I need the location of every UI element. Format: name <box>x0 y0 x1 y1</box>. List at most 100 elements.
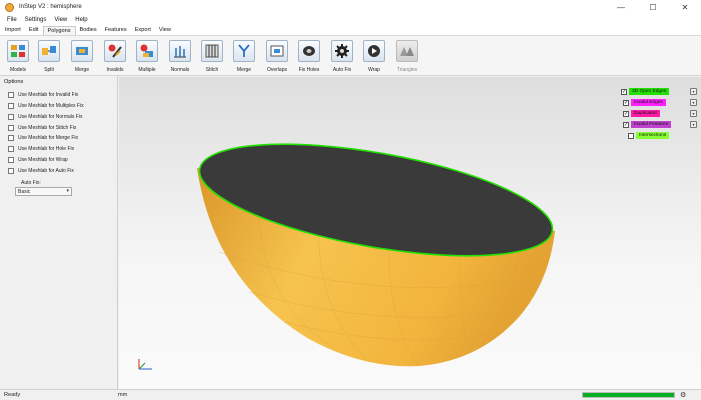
app-logo-icon <box>5 2 14 12</box>
overlaps-button[interactable]: Overlaps <box>262 40 292 76</box>
ribbon-tabs: Import Edit Polygons Bodies Features Exp… <box>0 25 701 35</box>
option-meshlab-invalid[interactable]: Use Meshlab for Invalid Fix <box>8 91 78 99</box>
legend-checkbox[interactable]: ✓ <box>623 121 629 128</box>
options-panel: Options Use Meshlab for Invalid Fix Use … <box>0 76 118 389</box>
window-title: InStep V2 : hemisphere <box>19 4 82 10</box>
triangles-button[interactable]: Triangles <box>392 40 422 76</box>
auto-fix-label: Auto Fix <box>332 67 352 73</box>
status-bar: Ready mm ⚙ <box>0 389 701 400</box>
menu-settings[interactable]: Settings <box>21 17 51 23</box>
tab-bodies[interactable]: Bodies <box>76 26 101 35</box>
chevron-down-icon: ▾ <box>66 188 69 194</box>
merge-label: Merge <box>74 67 90 73</box>
menu-bar: File Settings View Help <box>0 14 701 25</box>
wrap-button[interactable]: Wrap <box>359 40 389 76</box>
progress-fill <box>583 393 674 397</box>
tab-view[interactable]: View <box>155 26 175 35</box>
title-bar: InStep V2 : hemisphere — ☐ ✕ <box>0 0 701 14</box>
legend-checkbox[interactable]: ✓ <box>623 99 629 106</box>
axis-gizmo <box>138 359 152 370</box>
legend-intersections[interactable]: Intersections <box>628 132 670 139</box>
auto-fix-mode-select[interactable]: Basic ▾ <box>15 187 72 196</box>
menu-view[interactable]: View <box>50 17 71 23</box>
models-icon <box>7 40 29 62</box>
stitch-icon <box>201 40 223 62</box>
multiple-button[interactable]: Multiple <box>132 40 162 76</box>
checkbox[interactable] <box>8 103 14 109</box>
multiple-icon <box>136 40 158 62</box>
triangles-icon <box>396 40 418 62</box>
invalids-icon <box>104 40 126 62</box>
models-button[interactable]: Models <box>3 40 33 76</box>
normals-button[interactable]: Normals <box>165 40 195 76</box>
option-meshlab-normals[interactable]: Use Meshlab for Normals Fix <box>8 113 82 121</box>
legend-duplicated[interactable]: ✓ Duplicated <box>623 110 660 117</box>
invalids-label: Invalids <box>106 67 124 73</box>
merge-vertices-button[interactable]: Merge <box>229 40 259 76</box>
option-meshlab-autofix[interactable]: Use Meshlab for Auto Fix <box>8 167 74 175</box>
window-controls: — ☐ ✕ <box>605 0 701 14</box>
split-icon <box>38 40 60 62</box>
stitch-button[interactable]: Stitch <box>197 40 227 76</box>
overlaps-label: Overlaps <box>266 67 287 73</box>
options-title: Options <box>4 79 24 85</box>
legend-checkbox[interactable]: ✓ <box>621 88 627 95</box>
legend-options-button[interactable]: ▾ <box>690 110 697 117</box>
models-label: Models <box>9 67 27 73</box>
legend-invalid-edges[interactable]: ✓ Invalid Edges <box>623 99 666 106</box>
tab-features[interactable]: Features <box>101 26 131 35</box>
legend-options-button[interactable]: ▾ <box>690 88 697 95</box>
legend-invalid-features[interactable]: ✓ Invalid Features <box>623 121 672 128</box>
option-meshlab-stitch[interactable]: Use Meshlab for Stitch Fix <box>8 124 76 132</box>
multiple-label: Multiple <box>138 67 156 73</box>
merge-vertices-label: Merge <box>236 67 252 73</box>
units-label: mm <box>118 392 128 398</box>
tab-export[interactable]: Export <box>131 26 155 35</box>
ribbon-toolbar: Models Split Merge Invalids Multiple Nor… <box>0 35 701 76</box>
maximize-button[interactable]: ☐ <box>637 0 669 14</box>
hemisphere-model <box>138 143 555 370</box>
option-meshlab-wrap[interactable]: Use Meshlab for Wrap <box>8 156 68 164</box>
merge-button[interactable]: Merge <box>67 40 97 76</box>
tab-import[interactable]: Import <box>1 26 25 35</box>
option-meshlab-multiplex[interactable]: Use Meshlab for Multiplex Fix <box>8 102 84 110</box>
checkbox[interactable] <box>8 157 14 163</box>
legend-open-edges[interactable]: ✓ 3D Open Edges <box>621 88 670 95</box>
normals-icon <box>169 40 191 62</box>
status-text: Ready <box>4 392 21 398</box>
menu-file[interactable]: File <box>3 17 21 23</box>
option-meshlab-merge[interactable]: Use Meshlab for Merge Fix <box>8 134 78 142</box>
fix-holes-label: Fix Holes <box>298 67 320 73</box>
stitch-label: Stitch <box>205 67 219 73</box>
legend-checkbox[interactable] <box>628 132 634 139</box>
wrap-label: Wrap <box>368 67 380 73</box>
split-button[interactable]: Split <box>34 40 64 76</box>
checkbox[interactable] <box>8 168 14 174</box>
option-meshlab-hole[interactable]: Use Meshlab for Hole Fix <box>8 145 74 153</box>
checkbox[interactable] <box>8 114 14 120</box>
checkbox[interactable] <box>8 125 14 131</box>
fix-holes-icon <box>298 40 320 62</box>
legend-checkbox[interactable]: ✓ <box>623 110 629 117</box>
checkbox[interactable] <box>8 92 14 98</box>
auto-fix-gear-icon <box>331 40 353 62</box>
legend-options-button[interactable]: ▾ <box>690 99 697 106</box>
menu-help[interactable]: Help <box>71 17 91 23</box>
auto-fix-button[interactable]: Auto Fix <box>327 40 357 76</box>
progress-bar <box>582 392 675 398</box>
checkbox[interactable] <box>8 146 14 152</box>
auto-fix-mode-value: Basic <box>18 188 31 195</box>
settings-gear-icon[interactable]: ⚙ <box>680 391 686 399</box>
normals-label: Normals <box>170 67 190 73</box>
invalids-button[interactable]: Invalids <box>100 40 130 76</box>
tab-edit[interactable]: Edit <box>25 26 43 35</box>
fix-holes-button[interactable]: Fix Holes <box>294 40 324 76</box>
minimize-button[interactable]: — <box>605 0 637 14</box>
close-button[interactable]: ✕ <box>669 0 701 14</box>
triangles-label: Triangles <box>396 67 418 73</box>
legend-options-button[interactable]: ▾ <box>690 121 697 128</box>
checkbox[interactable] <box>8 135 14 141</box>
3d-viewport[interactable]: ✓ 3D Open Edges ▾ ✓ Invalid Edges ▾ ✓ Du… <box>119 77 701 389</box>
merge-vertices-icon <box>233 40 255 62</box>
tab-polygons[interactable]: Polygons <box>42 26 76 35</box>
